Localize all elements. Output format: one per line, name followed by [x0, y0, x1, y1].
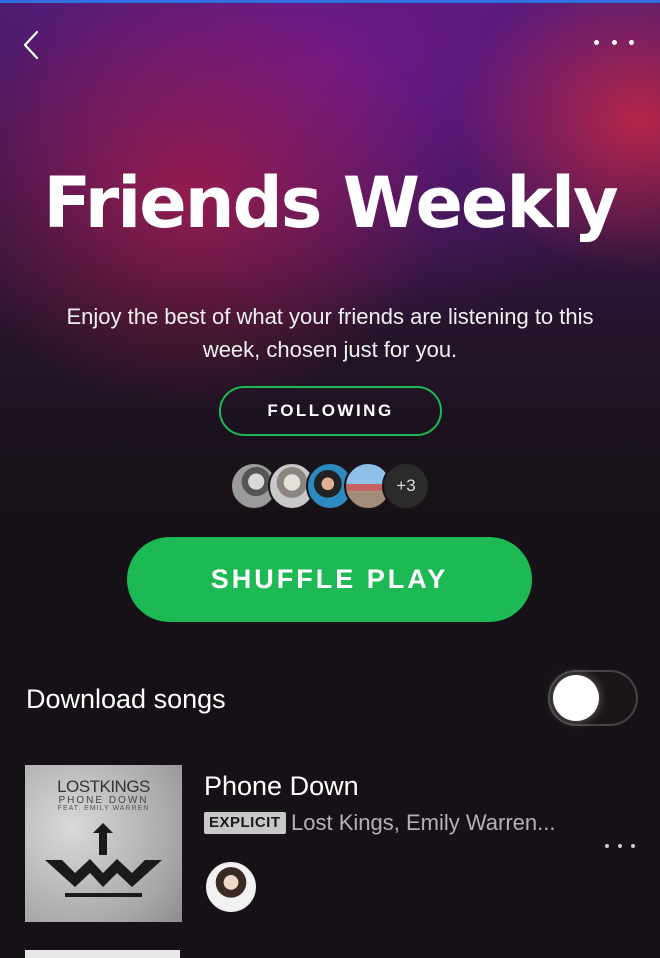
track-artists: Lost Kings, Emily Warren... — [291, 810, 556, 835]
track-more-button[interactable] — [605, 841, 635, 851]
added-by-avatar[interactable] — [206, 862, 256, 912]
playlist-screen: Friends Weekly Enjoy the best of what yo… — [0, 0, 660, 958]
followers-avatars[interactable]: +3 — [230, 462, 430, 510]
cover-feat-text: FEAT. EMILY WARREN — [57, 805, 150, 812]
explicit-badge: EXPLICIT — [204, 812, 286, 834]
more-horizontal-icon — [605, 844, 609, 848]
album-cover: LOSTKINGS PHONE DOWN FEAT. EMILY WARREN — [25, 765, 182, 922]
download-songs-label: Download songs — [26, 684, 226, 714]
more-horizontal-icon — [594, 39, 599, 45]
following-button[interactable]: FOLLOWING — [219, 386, 442, 436]
back-button[interactable] — [14, 28, 48, 62]
crown-logo-icon — [45, 823, 162, 897]
playlist-title: Friends Weekly — [43, 162, 618, 244]
download-toggle[interactable] — [548, 670, 638, 726]
next-track-cover-partial — [25, 950, 180, 958]
track-row[interactable]: LOSTKINGS PHONE DOWN FEAT. EMILY WARREN … — [25, 765, 635, 923]
cover-artist-text: LOSTKINGS — [57, 777, 150, 796]
status-accent-line — [0, 0, 660, 3]
toggle-knob — [553, 675, 599, 721]
more-followers-count: +3 — [382, 462, 430, 510]
shuffle-play-button[interactable]: SHUFFLE PLAY — [127, 537, 532, 622]
playlist-description: Enjoy the best of what your friends are … — [66, 304, 594, 362]
more-options-button[interactable] — [594, 32, 634, 52]
chevron-left-icon — [23, 30, 39, 60]
download-songs-row: Download songs — [26, 670, 638, 726]
track-title: Phone Down — [204, 771, 359, 801]
